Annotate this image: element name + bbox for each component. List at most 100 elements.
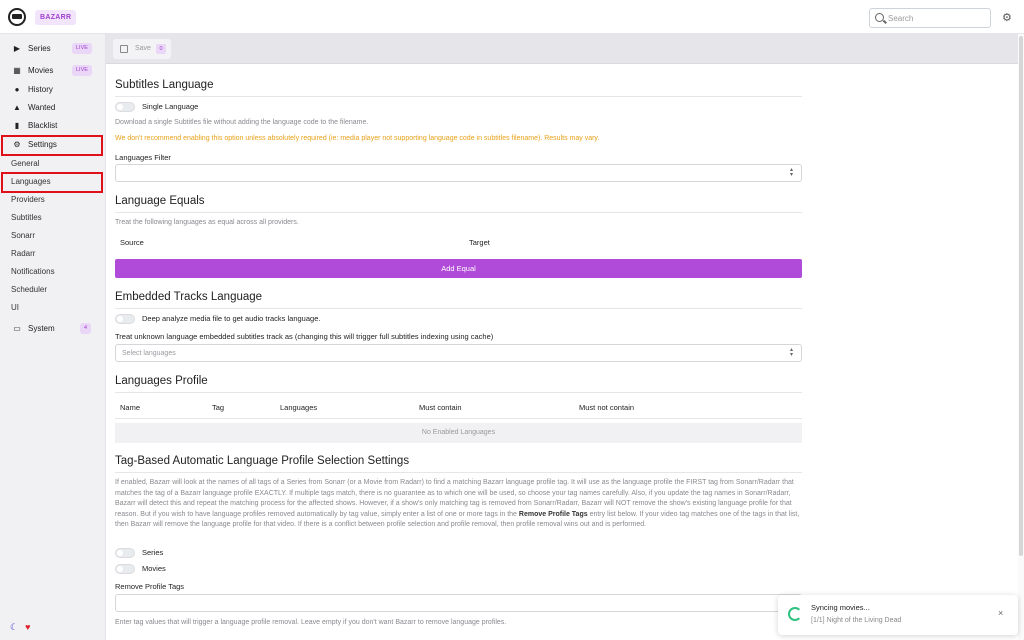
chevron-updown-icon: ▴ ▾ xyxy=(789,347,793,358)
brand-badge[interactable]: BAZARR xyxy=(35,10,77,25)
add-equal-button[interactable]: Add Equal xyxy=(115,259,802,278)
sidebar-subitem-sonarr[interactable]: Sonarr xyxy=(0,227,106,245)
languages-filter-label: Languages Filter xyxy=(115,153,171,162)
heart-icon[interactable]: ♥ xyxy=(25,622,30,632)
film-icon: ▦ xyxy=(13,66,21,75)
search-icon xyxy=(875,13,884,22)
search-input[interactable] xyxy=(888,11,988,25)
laptop-icon: ▭ xyxy=(13,324,21,333)
section-title-subtitles-language: Subtitles Language xyxy=(115,79,214,91)
column-header-must-not-contain: Must not contain xyxy=(579,403,635,412)
subitem-label: Radarr xyxy=(11,249,36,258)
subitem-label: Subtitles xyxy=(11,213,42,222)
sidebar-subitem-scheduler[interactable]: Scheduler xyxy=(0,281,106,299)
section-title-languages-profile: Languages Profile xyxy=(115,375,208,387)
sidebar-subitem-general[interactable]: General xyxy=(0,155,106,173)
sidebar-item-label: Blacklist xyxy=(28,121,58,130)
close-icon[interactable]: × xyxy=(998,608,1003,618)
save-button[interactable]: Save 0 xyxy=(113,39,171,59)
loading-spinner-icon xyxy=(788,607,802,621)
live-badge: LIVE xyxy=(72,65,92,76)
notification-detail: [1/1] Night of the Living Dead xyxy=(811,617,902,624)
sidebar-footer: ☾ ♥ xyxy=(10,622,30,633)
deep-analyze-toggle[interactable] xyxy=(115,314,135,324)
save-count-badge: 0 xyxy=(156,44,166,54)
system-count-badge: 4 xyxy=(80,323,92,334)
save-label: Save xyxy=(135,45,151,52)
movies-toggle-label: Movies xyxy=(142,564,166,573)
top-header: BAZARR ⚙ xyxy=(0,0,1024,34)
file-icon: ▮ xyxy=(14,121,20,130)
series-toggle[interactable] xyxy=(115,548,135,558)
play-icon: ▶ xyxy=(13,44,21,53)
subitem-label: Scheduler xyxy=(11,285,48,294)
scrollbar-thumb[interactable] xyxy=(1019,36,1023,556)
clock-icon: ● xyxy=(14,85,20,94)
select-placeholder: Select languages xyxy=(122,350,176,357)
page-scrollbar[interactable] xyxy=(1018,34,1024,640)
moon-icon[interactable]: ☾ xyxy=(10,622,18,632)
column-header-source: Source xyxy=(120,238,144,247)
sidebar-item-label: History xyxy=(28,85,53,94)
section-title-language-equals: Language Equals xyxy=(115,195,205,207)
column-header-must-contain: Must contain xyxy=(419,403,462,412)
column-header-tag: Tag xyxy=(212,403,225,412)
divider xyxy=(115,96,802,97)
single-language-toggle[interactable] xyxy=(115,102,135,112)
column-header-languages: Languages xyxy=(280,403,318,412)
subitem-label: Languages xyxy=(11,177,51,186)
embedded-languages-select[interactable]: Select languages ▴ ▾ xyxy=(115,344,802,362)
table-header-divider xyxy=(115,418,802,419)
sidebar-subitem-notifications[interactable]: Notifications xyxy=(0,263,106,281)
save-icon xyxy=(120,45,128,53)
section-title-tag-based: Tag-Based Automatic Language Profile Sel… xyxy=(115,455,410,467)
subitem-label: Providers xyxy=(11,195,45,204)
tag-based-desc-bold: Remove Profile Tags xyxy=(518,510,588,518)
sidebar-item-label: Movies xyxy=(28,66,54,75)
column-header-target: Target xyxy=(469,238,490,247)
sidebar-item-label: Series xyxy=(28,44,51,53)
movies-toggle[interactable] xyxy=(115,564,135,574)
sidebar: ▶ Series LIVE ▦ Movies LIVE ● History ▲ … xyxy=(0,34,106,640)
subitem-label: General xyxy=(11,159,40,168)
bazarr-logo-icon[interactable] xyxy=(8,8,26,26)
sync-notification: Syncing movies... [1/1] Night of the Liv… xyxy=(778,595,1018,635)
sidebar-subitem-providers[interactable]: Providers xyxy=(0,191,106,209)
subitem-label: Notifications xyxy=(11,267,55,276)
sidebar-item-movies[interactable]: ▦ Movies LIVE xyxy=(0,62,106,80)
sidebar-item-label: Settings xyxy=(28,140,57,149)
sidebar-item-settings[interactable]: ⚙ Settings xyxy=(0,136,106,154)
single-language-warning: We don't recommend enabling this option … xyxy=(115,135,600,142)
sidebar-item-blacklist[interactable]: ▮ Blacklist xyxy=(0,117,106,135)
warning-icon: ▲ xyxy=(13,103,21,112)
section-title-embedded-tracks: Embedded Tracks Language xyxy=(115,291,263,303)
divider xyxy=(115,308,802,309)
single-language-desc: Download a single Subtitles file without… xyxy=(115,119,369,126)
sidebar-subitem-ui[interactable]: UI xyxy=(0,299,106,317)
sidebar-subitem-languages[interactable]: Languages xyxy=(0,173,106,191)
sidebar-item-system[interactable]: ▭ System 4 xyxy=(0,320,106,338)
sidebar-item-series[interactable]: ▶ Series LIVE xyxy=(0,40,106,58)
deep-analyze-label: Deep analyze media file to get audio tra… xyxy=(142,314,321,323)
divider xyxy=(115,392,802,393)
subitem-label: UI xyxy=(11,303,19,312)
search-box[interactable] xyxy=(869,8,991,28)
subitem-label: Sonarr xyxy=(11,231,36,240)
remove-profile-tags-label: Remove Profile Tags xyxy=(115,582,185,591)
divider xyxy=(115,212,802,213)
language-equals-desc: Treat the following languages as equal a… xyxy=(115,219,299,226)
sidebar-item-label: System xyxy=(28,324,55,333)
gear-icon[interactable]: ⚙ xyxy=(1002,13,1012,24)
tag-based-description: If enabled, Bazarr will look at the name… xyxy=(115,478,805,531)
languages-filter-select[interactable]: ▴ ▾ xyxy=(115,164,802,182)
remove-profile-tags-input[interactable] xyxy=(115,594,802,612)
sidebar-item-wanted[interactable]: ▲ Wanted xyxy=(0,99,106,117)
toolbar: Save 0 xyxy=(106,34,1024,64)
series-toggle-label: Series xyxy=(142,548,164,557)
sidebar-subitem-radarr[interactable]: Radarr xyxy=(0,245,106,263)
sidebar-item-history[interactable]: ● History xyxy=(0,81,106,99)
notification-title: Syncing movies... xyxy=(811,603,870,612)
sidebar-subitem-subtitles[interactable]: Subtitles xyxy=(0,209,106,227)
chevron-updown-icon: ▴ ▾ xyxy=(789,167,793,178)
remove-profile-tags-desc: Enter tag values that will trigger a lan… xyxy=(115,619,507,626)
